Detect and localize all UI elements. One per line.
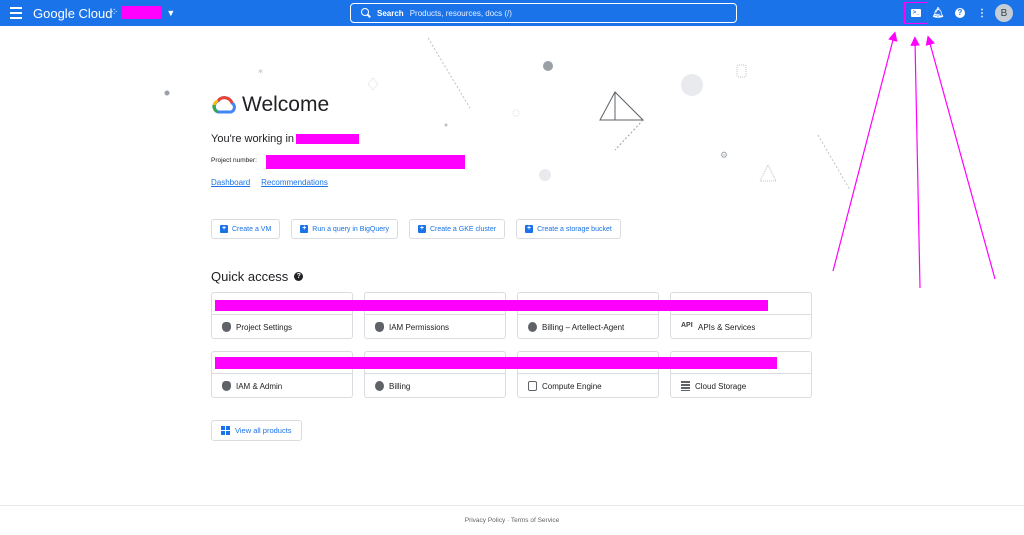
apps-grid-icon: [221, 426, 230, 435]
add-icon: +: [300, 225, 309, 233]
card-label: Compute Engine: [542, 381, 602, 391]
redaction-bar: [215, 357, 777, 369]
svg-text:*: *: [258, 68, 263, 79]
card-footer: Billing – Artellect-Agent: [518, 315, 658, 339]
card-footer: IAM Permissions: [365, 315, 505, 339]
dashboard-link[interactable]: Dashboard: [211, 178, 250, 187]
project-name-redacted: [296, 134, 360, 144]
card-footer: Billing: [365, 374, 505, 398]
welcome-links: Dashboard Recommendations: [211, 178, 328, 187]
create-gke-cluster-label: Create a GKE cluster: [429, 225, 497, 233]
card-label: IAM Permissions: [389, 322, 450, 332]
footer-divider: [0, 505, 1024, 506]
quick-access-title: Quick access: [211, 269, 289, 284]
create-storage-bucket-button[interactable]: + Create a storage bucket: [516, 219, 621, 239]
working-in-label: You're working in: [211, 133, 295, 145]
decorative-background: * ⚙: [164, 37, 851, 191]
api-icon: API: [681, 322, 693, 329]
card-footer: Cloud Storage: [671, 374, 811, 398]
working-in-text: You're working in: [211, 133, 360, 145]
page-title: Welcome: [242, 93, 330, 116]
shield-icon: [375, 322, 384, 332]
view-all-products-button[interactable]: View all products: [211, 420, 302, 441]
add-icon: +: [220, 225, 228, 233]
redaction-bar: [215, 300, 768, 311]
project-number-redacted: [266, 155, 465, 169]
create-gke-cluster-button[interactable]: + Create a GKE cluster: [408, 219, 506, 239]
svg-text:⚙: ⚙: [720, 151, 728, 161]
run-bigquery-button[interactable]: + Run a query in BigQuery: [291, 219, 398, 239]
create-vm-button[interactable]: + Create a VM: [211, 219, 281, 239]
shield-icon: [222, 381, 231, 391]
create-vm-label: Create a VM: [232, 225, 272, 233]
compute-icon: [528, 381, 537, 391]
run-bigquery-label: Run a query in BigQuery: [312, 225, 389, 233]
view-all-label: View all products: [235, 426, 292, 435]
card-label: Cloud Storage: [695, 381, 747, 391]
card-label: Project Settings: [236, 322, 293, 332]
storage-icon: [681, 381, 690, 391]
card-label: Billing – Artellect-Agent: [542, 322, 625, 332]
billing-icon: [528, 322, 537, 332]
quick-access-heading: Quick access ?: [211, 269, 304, 284]
footer-links[interactable]: Privacy Policy · Terms of Service: [0, 517, 1024, 524]
recommendations-link[interactable]: Recommendations: [261, 178, 328, 187]
project-number-label: Project number:: [211, 157, 257, 164]
card-footer: API APIs & Services: [671, 315, 811, 339]
shield-icon: [222, 322, 231, 332]
card-label: APIs & Services: [698, 322, 756, 332]
billing-icon: [375, 381, 384, 391]
create-storage-bucket-label: Create a storage bucket: [537, 225, 612, 233]
card-label: IAM & Admin: [236, 381, 283, 391]
google-cloud-logo-icon: [212, 96, 236, 114]
help-icon[interactable]: ?: [294, 272, 304, 281]
card-footer: Compute Engine: [518, 374, 658, 398]
add-icon: +: [417, 225, 426, 233]
card-footer: IAM & Admin: [212, 374, 352, 398]
quick-actions: + Create a VM + Run a query in BigQuery …: [211, 219, 621, 239]
add-icon: +: [525, 225, 534, 233]
card-label: Billing: [389, 381, 411, 391]
card-footer: Project Settings: [212, 315, 352, 339]
